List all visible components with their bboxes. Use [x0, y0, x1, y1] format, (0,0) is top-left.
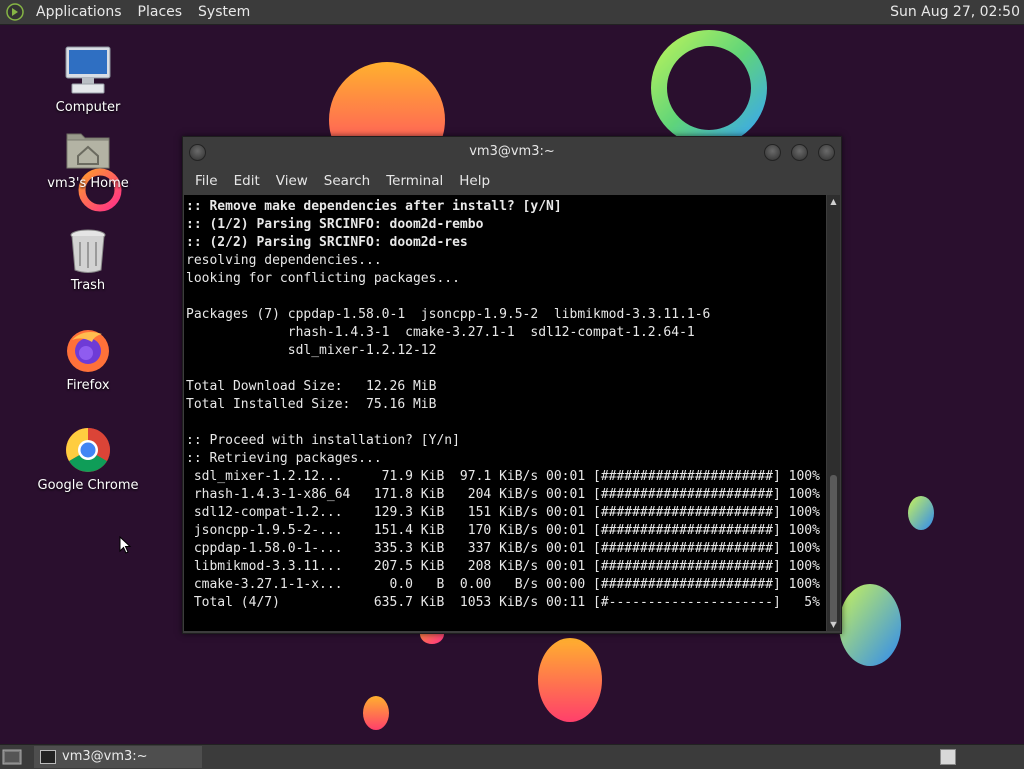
desktop-icon-trash[interactable]: Trash: [33, 228, 143, 293]
menu-edit[interactable]: Edit: [226, 173, 268, 189]
mouse-cursor-icon: [119, 536, 132, 554]
terminal-line: :: (2/2) Parsing SRCINFO: doom2d-res: [186, 235, 468, 250]
desktop-icon-label: Firefox: [66, 378, 110, 393]
terminal-line: cmake-3.27.1-1-x... 0.0 B 0.00 B/s 00:00…: [186, 577, 820, 592]
terminal-menubar: File Edit View Search Terminal Help: [183, 167, 841, 195]
system-menu[interactable]: System: [190, 0, 258, 24]
top-panel: Applications Places System Sun Aug 27, 0…: [0, 0, 1024, 25]
terminal-line: resolving dependencies...: [186, 253, 382, 268]
taskbar-item-terminal[interactable]: vm3@vm3:~: [34, 746, 202, 768]
close-button[interactable]: [818, 144, 835, 161]
terminal-line: sdl_mixer-1.2.12-12: [186, 343, 437, 358]
menu-view[interactable]: View: [268, 173, 316, 189]
terminal-line: :: Retrieving packages...: [186, 451, 382, 466]
chrome-icon: [66, 428, 110, 472]
terminal-line: Total Download Size: 12.26 MiB: [186, 379, 437, 394]
terminal-line: jsoncpp-1.9.5-2-... 151.4 KiB 170 KiB/s …: [186, 523, 820, 538]
terminal-line: Total (4/7) 635.7 KiB 1053 KiB/s 00:11 […: [186, 595, 820, 610]
window-title: vm3@vm3:~: [469, 144, 555, 159]
terminal-window[interactable]: vm3@vm3:~ File Edit View Search Terminal…: [182, 136, 842, 634]
terminal-line: libmikmod-3.3.11... 207.5 KiB 208 KiB/s …: [186, 559, 820, 574]
desktop-icon-home[interactable]: vm3's Home: [33, 128, 143, 191]
bottom-panel: vm3@vm3:~: [0, 744, 1024, 769]
menu-help[interactable]: Help: [451, 173, 498, 189]
maximize-button[interactable]: [791, 144, 808, 161]
home-folder-icon: [66, 133, 110, 169]
terminal-output[interactable]: :: Remove make dependencies after instal…: [184, 195, 826, 631]
desktop-icon-computer[interactable]: Computer: [33, 44, 143, 115]
window-menu-button[interactable]: [189, 144, 206, 161]
scrollbar-thumb[interactable]: [830, 475, 837, 625]
terminal-icon: [40, 750, 56, 764]
window-titlebar[interactable]: vm3@vm3:~: [183, 137, 841, 167]
menu-file[interactable]: File: [187, 173, 226, 189]
menu-search[interactable]: Search: [316, 173, 378, 189]
workspace-switcher[interactable]: [940, 749, 956, 765]
terminal-line: Total Installed Size: 75.16 MiB: [186, 397, 437, 412]
terminal-line: rhash-1.4.3-1 cmake-3.27.1-1 sdl12-compa…: [186, 325, 695, 340]
terminal-line: looking for conflicting packages...: [186, 271, 460, 286]
terminal-line: cppdap-1.58.0-1-... 335.3 KiB 337 KiB/s …: [186, 541, 820, 556]
terminal-line: sdl_mixer-1.2.12... 71.9 KiB 97.1 KiB/s …: [186, 469, 820, 484]
places-menu[interactable]: Places: [130, 0, 191, 24]
distro-logo-icon[interactable]: [6, 3, 24, 21]
firefox-icon: [67, 330, 109, 372]
applications-menu[interactable]: Applications: [28, 0, 130, 24]
scroll-down-arrow-icon[interactable]: ▼: [829, 620, 838, 629]
terminal-line: :: (1/2) Parsing SRCINFO: doom2d-rembo: [186, 217, 484, 232]
terminal-line: Packages (7) cppdap-1.58.0-1 jsoncpp-1.9…: [186, 307, 711, 322]
terminal-line: :: Remove make dependencies after instal…: [186, 199, 562, 214]
desktop-icon-chrome[interactable]: Google Chrome: [33, 426, 143, 493]
scroll-up-arrow-icon[interactable]: ▲: [829, 197, 838, 206]
minimize-button[interactable]: [764, 144, 781, 161]
desktop-icon-firefox[interactable]: Firefox: [33, 326, 143, 393]
trash-icon: [70, 229, 106, 273]
desktop-icon-label: vm3's Home: [47, 176, 129, 191]
menu-terminal[interactable]: Terminal: [378, 173, 451, 189]
desktop-icon-label: Google Chrome: [37, 478, 139, 493]
desktop-icon-label: Trash: [70, 278, 106, 293]
taskbar-item-label: vm3@vm3:~: [62, 749, 148, 764]
terminal-line: sdl12-compat-1.2... 129.3 KiB 151 KiB/s …: [186, 505, 820, 520]
terminal-scrollbar[interactable]: ▲ ▼: [827, 195, 840, 631]
terminal-line: rhash-1.4.3-1-x86_64 171.8 KiB 204 KiB/s…: [186, 487, 820, 502]
computer-icon: [65, 46, 111, 94]
terminal-line: :: Proceed with installation? [Y/n]: [186, 433, 460, 448]
show-desktop-icon[interactable]: [2, 748, 22, 766]
desktop-icon-label: Computer: [55, 100, 121, 115]
clock[interactable]: Sun Aug 27, 02:50: [890, 0, 1020, 24]
